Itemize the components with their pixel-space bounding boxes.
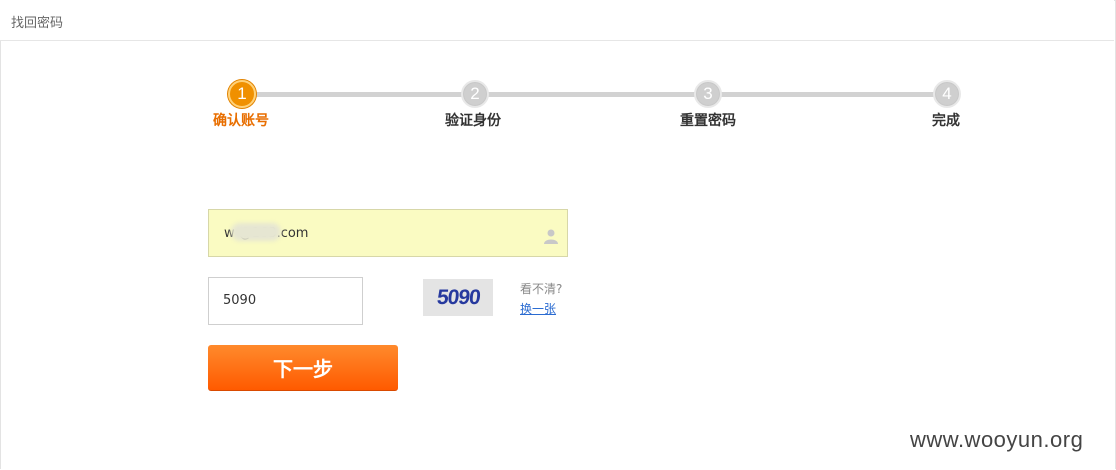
captcha-image-text: 5090 [435,285,481,309]
captcha-input-value: 5090 [223,293,257,308]
progress-track [242,92,947,97]
captcha-hint: 看不清? [520,282,563,296]
watermark: www.wooyun.org [910,427,1084,452]
progress-steps: 1 2 3 4 确认账号 验证身份 重置密码 完成 [0,0,1116,140]
redacted-mask [231,223,281,241]
step-2-circle: 2 [461,80,489,108]
step-1-number: 1 [237,84,247,103]
step-1-circle: 1 [228,80,256,108]
step-2-number: 2 [470,84,480,103]
step-4-number: 4 [942,84,952,103]
email-field[interactable]: w @163.com [208,209,568,257]
step-4-circle: 4 [933,80,961,108]
captcha-input[interactable]: 5090 [208,277,363,325]
step-1-label: 确认账号 [213,113,269,129]
captcha-image[interactable]: 5090 [423,279,493,316]
captcha-refresh-link[interactable]: 换一张 [520,300,556,317]
user-icon [544,229,558,244]
step-2-label: 验证身份 [445,113,501,129]
next-step-button[interactable]: 下一步 [208,345,398,391]
step-3-label: 重置密码 [680,113,736,129]
step-3-circle: 3 [694,80,722,108]
step-3-number: 3 [703,84,713,103]
step-4-label: 完成 [932,113,960,129]
